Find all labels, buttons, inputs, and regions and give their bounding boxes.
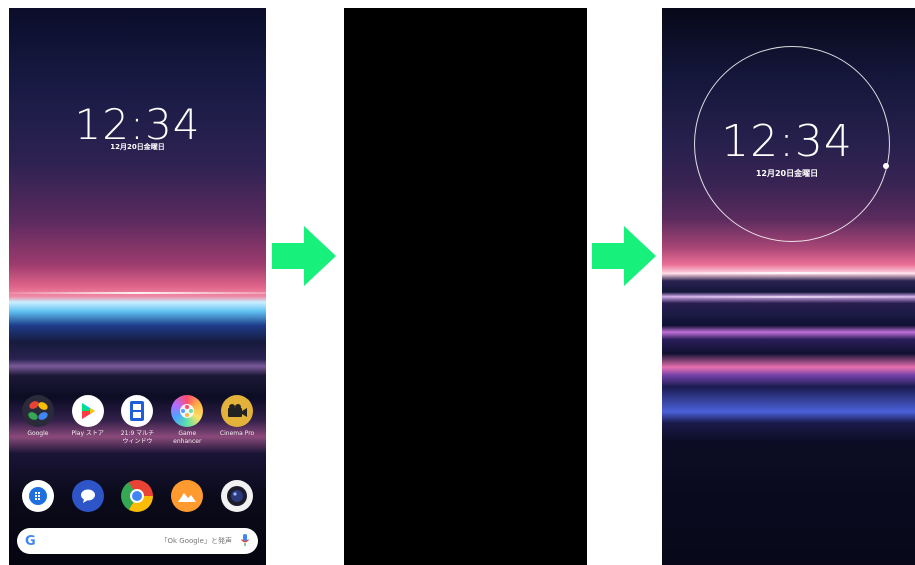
dock: [9, 480, 266, 512]
app-label: Google: [27, 430, 49, 437]
app-label: 21:9 マルチ ウィンドウ: [120, 430, 155, 445]
app-row: Google Play ストア 21:9 マルチ ウィンドウ Game enha…: [9, 395, 266, 446]
messages-icon: [71, 480, 104, 512]
chrome-icon: [121, 480, 154, 512]
app-google[interactable]: Google: [13, 395, 63, 446]
game-enhancer-icon: [171, 395, 204, 427]
screen-off: [344, 8, 587, 565]
cinema-pro-icon: [221, 395, 254, 427]
app-multi-window[interactable]: 21:9 マルチ ウィンドウ: [113, 395, 163, 446]
clock-date: 12月20日金曜日: [755, 169, 819, 178]
camera-icon: [221, 480, 254, 512]
dock-phone[interactable]: [13, 480, 63, 512]
google-search-bar[interactable]: G 「Ok Google」と発声: [17, 528, 258, 554]
app-label: Game enhancer: [173, 430, 202, 445]
home-screen: 12:34 12月20日金曜日 Google Play ストア 21:9 マルチ…: [9, 8, 266, 565]
wallpaper-stripe: [662, 272, 915, 274]
right-arrow-icon: [592, 226, 656, 286]
album-icon: [171, 480, 204, 512]
wallpaper-stripe: [9, 292, 266, 294]
phone-icon: [21, 480, 54, 512]
dock-camera[interactable]: [212, 480, 262, 512]
multi-window-icon: [121, 395, 154, 427]
google-logo-icon: G: [25, 533, 36, 549]
wallpaper-stripe: [662, 296, 915, 298]
search-hint: 「Ok Google」と発声: [160, 537, 232, 545]
app-label: Cinema Pro: [219, 430, 255, 437]
google-folder-icon: [21, 395, 54, 427]
right-arrow-icon: [272, 226, 336, 286]
mic-icon[interactable]: [240, 532, 250, 551]
app-play-store[interactable]: Play ストア: [63, 395, 113, 446]
app-game-enhancer[interactable]: Game enhancer: [162, 395, 212, 446]
ambient-display-screen: 12:34 12月20日金曜日: [662, 8, 915, 565]
app-cinema-pro[interactable]: Cinema Pro: [212, 395, 262, 446]
clock-time: 12:34: [721, 116, 853, 167]
dock-chrome[interactable]: [113, 480, 163, 512]
dock-album[interactable]: [162, 480, 212, 512]
dock-messages[interactable]: [63, 480, 113, 512]
app-label: Play ストア: [71, 430, 104, 437]
play-store-icon: [71, 395, 104, 427]
clock-date: 12月20日金曜日: [110, 143, 165, 151]
